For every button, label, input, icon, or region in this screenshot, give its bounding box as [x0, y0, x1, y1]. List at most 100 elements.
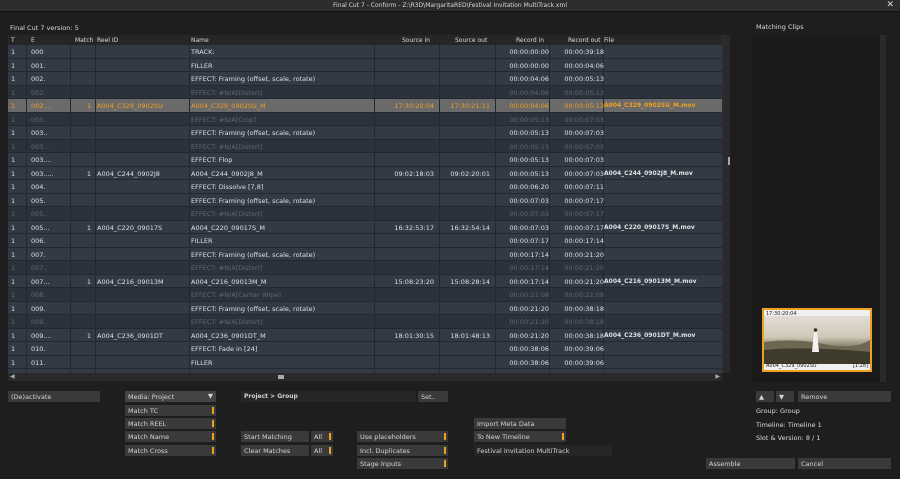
clear-matches-button[interactable]: Clear Matches	[241, 445, 309, 456]
cell-e: 005...	[31, 223, 50, 232]
timeline-name-field[interactable]: Festival Invitation MultiTrack	[474, 445, 612, 456]
cell-divider	[374, 72, 375, 85]
table-row[interactable]: 1 003.. EFFECT: Framing (offset, scale, ro…	[8, 126, 722, 140]
table-row[interactable]: 1 007.. EFFECT: #N/A[Distort] 00:00:17:14 00…	[8, 261, 722, 275]
scroll-left-icon[interactable]: ◀	[10, 373, 15, 380]
window-title: Final Cut 7 - Conform - Z:\R3D\Margarita…	[333, 2, 567, 9]
table-row[interactable]: 1 003..... 1 A004_C244_0902J8 A004_C244_0902…	[8, 166, 722, 180]
cell-divider	[26, 234, 27, 247]
assemble-button[interactable]: Assemble	[706, 458, 795, 469]
cell-divider	[70, 166, 71, 179]
col-file[interactable]: File	[604, 37, 614, 44]
stage-inputs-toggle[interactable]: Stage Inputs	[357, 458, 448, 469]
table-row[interactable]: 1 002. EFFECT: Framing (offset, scale, rot…	[8, 72, 722, 86]
move-up-button[interactable]: ▲	[756, 391, 774, 402]
cell-divider	[189, 274, 190, 287]
cell-divider	[70, 126, 71, 139]
match-name-toggle[interactable]: Match Name	[125, 431, 216, 442]
cell-sin: 18:01:30:15	[394, 331, 434, 340]
vertical-scroll-thumb[interactable]	[728, 157, 730, 165]
table-row[interactable]: 1 003.... EFFECT: Flop 00:00:05:13 00:00:07:…	[8, 153, 722, 167]
incl-duplicates-toggle[interactable]: Incl. Duplicates	[357, 445, 448, 456]
col-name[interactable]: Name	[191, 37, 209, 44]
media-select[interactable]: Media: Project ▼	[125, 391, 216, 402]
table-row[interactable]: 1 011. FILLER 00:00:38:06 00:00:39:06	[8, 355, 722, 369]
clip-thumbnail[interactable]: 17:30:20:04 A004_C329_0902SU [1:28]	[762, 308, 872, 372]
cell-divider	[495, 288, 496, 301]
table-row[interactable]: 1 003... EFFECT: #N/A[Distort] 00:00:05:13 0…	[8, 139, 722, 153]
remove-button[interactable]: Remove	[798, 391, 891, 402]
toggle-indicator	[212, 407, 214, 414]
cell-divider	[374, 99, 375, 112]
cell-rin: 00:00:04:06	[509, 75, 549, 83]
cell-divider	[189, 166, 190, 179]
import-meta-button[interactable]: Import Meta Data	[474, 418, 566, 429]
start-matching-button[interactable]: Start Matching	[241, 431, 309, 442]
match-tc-toggle[interactable]: Match TC	[125, 405, 216, 416]
close-icon[interactable]: ✕	[886, 0, 894, 10]
cell-divider	[549, 126, 550, 139]
cell-rout: 00:00:04:06	[564, 61, 604, 70]
cell-divider	[549, 85, 550, 98]
cell-divider	[374, 315, 375, 328]
horizontal-scrollbar[interactable]: ◀ ▶	[8, 373, 722, 381]
table-row[interactable]: 1 008. EFFECT: #N/A[Center Wipe] 00:00:21:0…	[8, 288, 722, 302]
clear-matches-scope[interactable]: All	[311, 445, 333, 456]
cell-rin: 00:00:05:13	[509, 169, 549, 178]
use-placeholders-toggle[interactable]: Use placeholders	[357, 431, 448, 442]
table-row[interactable]: 1 007. EFFECT: Framing (offset, scale, rot…	[8, 247, 722, 261]
table-row[interactable]: 1 006. FILLER 00:00:07:17 00:00:17:14	[8, 234, 722, 248]
match-reel-toggle[interactable]: Match REEL	[125, 418, 216, 429]
col-reel-id[interactable]: Reel ID	[97, 37, 118, 44]
table-row[interactable]: 1 010. EFFECT: Fade in [24] 00:00:38:06 00:0…	[8, 342, 722, 356]
table-row[interactable]: 1 005. EFFECT: Framing (offset, scale, rot…	[8, 193, 722, 207]
table-row[interactable]: 1 009. EFFECT: Framing (offset, scale, rot…	[8, 301, 722, 315]
cancel-button[interactable]: Cancel	[798, 458, 891, 469]
table-row[interactable]: 1 004. EFFECT: Dissolve [7,8] 00:00:06:20 00…	[8, 180, 722, 194]
table-row[interactable]: 1 005... 1 A004_C220_09017S A004_C220_09017S…	[8, 220, 722, 234]
deactivate-button[interactable]: (De)activate	[8, 391, 100, 402]
cell-divider	[26, 166, 27, 179]
col-source-out[interactable]: Source out	[455, 37, 487, 44]
set-button[interactable]: Set..	[418, 391, 448, 402]
cell-rout: 00:00:07:03	[564, 169, 604, 178]
col-e[interactable]: E	[31, 37, 35, 44]
cell-divider	[439, 234, 440, 247]
col-match[interactable]: Match	[75, 37, 93, 44]
table-row[interactable]: 1 001. FILLER 00:00:00:00 00:00:04:06	[8, 58, 722, 72]
cell-file: A004_C329_0902SU_M.mov	[604, 102, 696, 109]
col-source-in[interactable]: Source in	[402, 37, 430, 44]
cell-divider	[26, 99, 27, 112]
cell-divider	[439, 193, 440, 206]
table-row[interactable]: 1 009.. EFFECT: #N/A[Distort] 00:00:21:20 00…	[8, 315, 722, 329]
vertical-scrollbar[interactable]	[724, 35, 730, 373]
to-new-timeline-toggle[interactable]: To New Timeline	[474, 431, 566, 442]
cell-divider	[374, 328, 375, 341]
matching-clips-scrollbar[interactable]	[880, 35, 886, 382]
start-matching-scope[interactable]: All	[311, 431, 333, 442]
match-cross-toggle[interactable]: Match Cross	[125, 445, 216, 456]
col-record-out[interactable]: Record out	[568, 37, 600, 44]
table-row[interactable]: 1 002.... 1 A004_C329_0902SU A004_C329_0902S…	[8, 99, 722, 113]
table-row[interactable]: 1 005.. EFFECT: #N/A[Distort] 00:00:07:03 00…	[8, 207, 722, 221]
cell-divider	[95, 342, 96, 355]
cell-divider	[495, 126, 496, 139]
horizontal-scroll-thumb[interactable]	[278, 375, 284, 379]
cell-t: 1	[11, 156, 16, 164]
table-row[interactable]: 1 003. EFFECT: #N/A[Crop] 00:00:05:13 00:00:…	[8, 112, 722, 126]
table-row[interactable]: 1 007... 1 A004_C216_09013M A004_C216_09013M…	[8, 274, 722, 288]
col-t[interactable]: T	[11, 37, 15, 44]
cell-divider	[95, 85, 96, 98]
table-row[interactable]: 1 009.... 1 A004_C236_0901DT A004_C236_0901D…	[8, 328, 722, 342]
cell-sout: 17:30:21:11	[450, 102, 490, 110]
cell-divider	[439, 220, 440, 233]
col-record-in[interactable]: Record in	[516, 37, 544, 44]
move-down-button[interactable]: ▼	[776, 391, 794, 402]
cell-name: EFFECT: #N/A[Distort]	[191, 210, 263, 218]
table-row[interactable]: 1 000 TRACK: 00:00:00:00 00:00:39:18	[8, 45, 722, 59]
table-row[interactable]: 1 002. EFFECT: #N/A[Distort] 00:00:04:06 00:…	[8, 85, 722, 99]
scroll-right-icon[interactable]: ▶	[715, 373, 720, 380]
cell-rin: 00:00:07:03	[509, 223, 549, 232]
cell-divider	[495, 315, 496, 328]
cell-name: FILLER	[191, 61, 213, 70]
